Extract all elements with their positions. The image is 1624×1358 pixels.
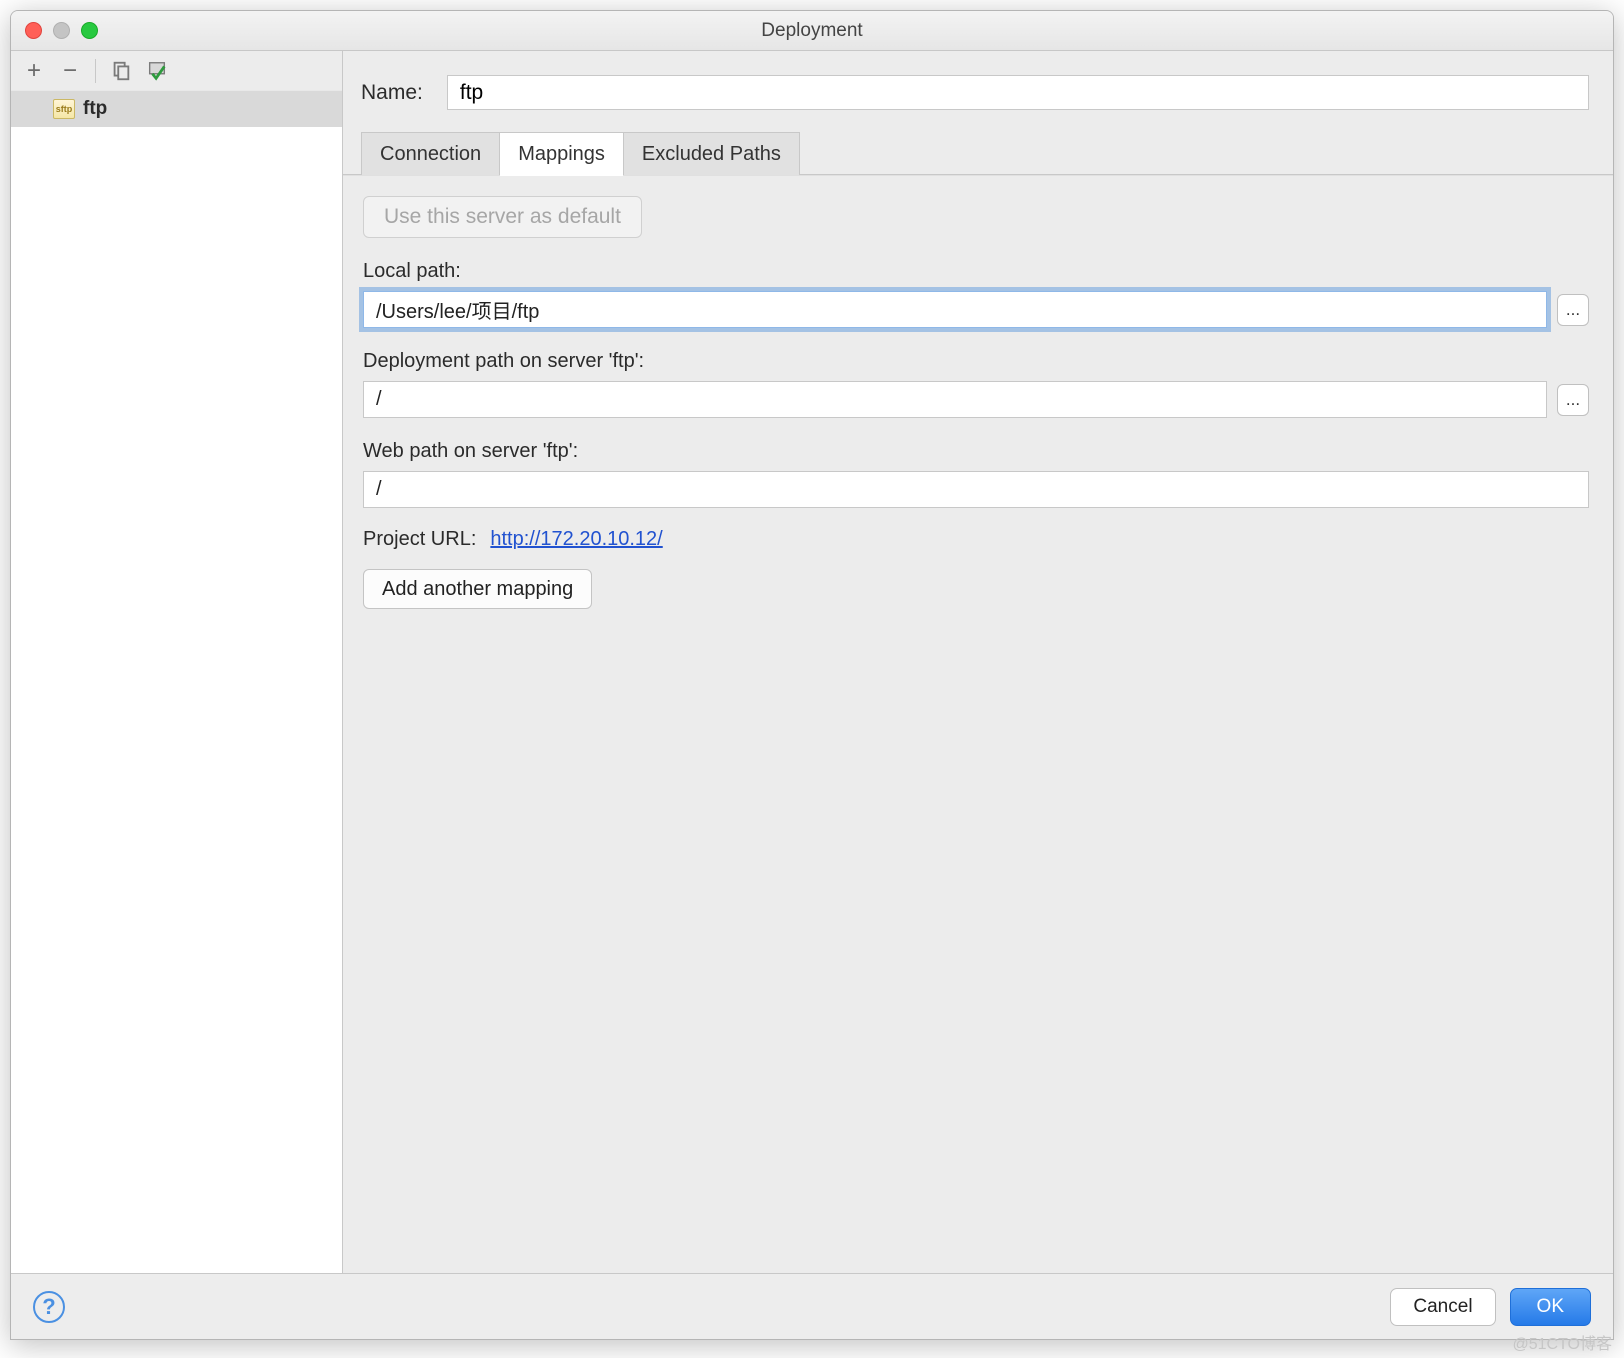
- server-check-icon: [146, 60, 168, 82]
- copy-server-button[interactable]: [106, 56, 136, 86]
- window-title: Deployment: [11, 20, 1613, 42]
- minimize-window-icon: [53, 22, 70, 39]
- sftp-icon: sftp: [53, 99, 75, 119]
- tab-connection[interactable]: Connection: [361, 132, 500, 175]
- add-another-mapping-button[interactable]: Add another mapping: [363, 569, 592, 609]
- copy-icon: [110, 60, 132, 82]
- deployment-path-input[interactable]: [363, 381, 1547, 418]
- tab-excluded-paths[interactable]: Excluded Paths: [623, 132, 800, 175]
- server-list: sftp ftp: [11, 91, 342, 1273]
- toolbar-divider: [95, 59, 96, 83]
- sidebar-toolbar: + −: [11, 51, 342, 91]
- local-path-input[interactable]: [363, 291, 1547, 328]
- name-label: Name:: [361, 81, 423, 105]
- web-path-label: Web path on server 'ftp':: [363, 440, 1589, 463]
- local-path-browse-button[interactable]: ...: [1557, 294, 1589, 326]
- help-button[interactable]: ?: [33, 1291, 65, 1323]
- window-controls: [25, 22, 98, 39]
- tab-mappings[interactable]: Mappings: [499, 132, 624, 175]
- servers-sidebar: + −: [11, 51, 343, 1273]
- deployment-path-label: Deployment path on server 'ftp':: [363, 350, 1589, 373]
- project-url-link[interactable]: http://172.20.10.12/: [490, 528, 662, 551]
- help-icon: ?: [42, 1294, 55, 1320]
- zoom-window-icon[interactable]: [81, 22, 98, 39]
- project-url-label: Project URL:: [363, 528, 476, 551]
- server-item-ftp[interactable]: sftp ftp: [11, 91, 342, 127]
- main-panel: Name: Connection Mappings Excluded Paths…: [343, 51, 1613, 1273]
- dialog-footer: ? Cancel OK: [11, 1273, 1613, 1339]
- ok-button[interactable]: OK: [1510, 1288, 1591, 1326]
- web-path-input[interactable]: [363, 471, 1589, 508]
- minus-icon: −: [63, 57, 77, 85]
- watermark: @51CTO博客: [1512, 1330, 1612, 1354]
- server-item-label: ftp: [83, 98, 107, 120]
- deployment-dialog: Deployment + −: [10, 10, 1614, 1340]
- close-window-icon[interactable]: [25, 22, 42, 39]
- cancel-button[interactable]: Cancel: [1390, 1288, 1495, 1326]
- remove-server-button[interactable]: −: [55, 56, 85, 86]
- tabs: Connection Mappings Excluded Paths: [343, 132, 1613, 175]
- name-input[interactable]: [447, 75, 1589, 110]
- deployment-path-browse-button[interactable]: ...: [1557, 384, 1589, 416]
- plus-icon: +: [27, 57, 41, 85]
- local-path-label: Local path:: [363, 260, 1589, 283]
- titlebar: Deployment: [11, 11, 1613, 51]
- use-as-default-button[interactable]: Use this server as default: [363, 196, 642, 238]
- mappings-form: Use this server as default Local path: .…: [343, 175, 1613, 619]
- add-server-button[interactable]: +: [19, 56, 49, 86]
- set-default-button[interactable]: [142, 56, 172, 86]
